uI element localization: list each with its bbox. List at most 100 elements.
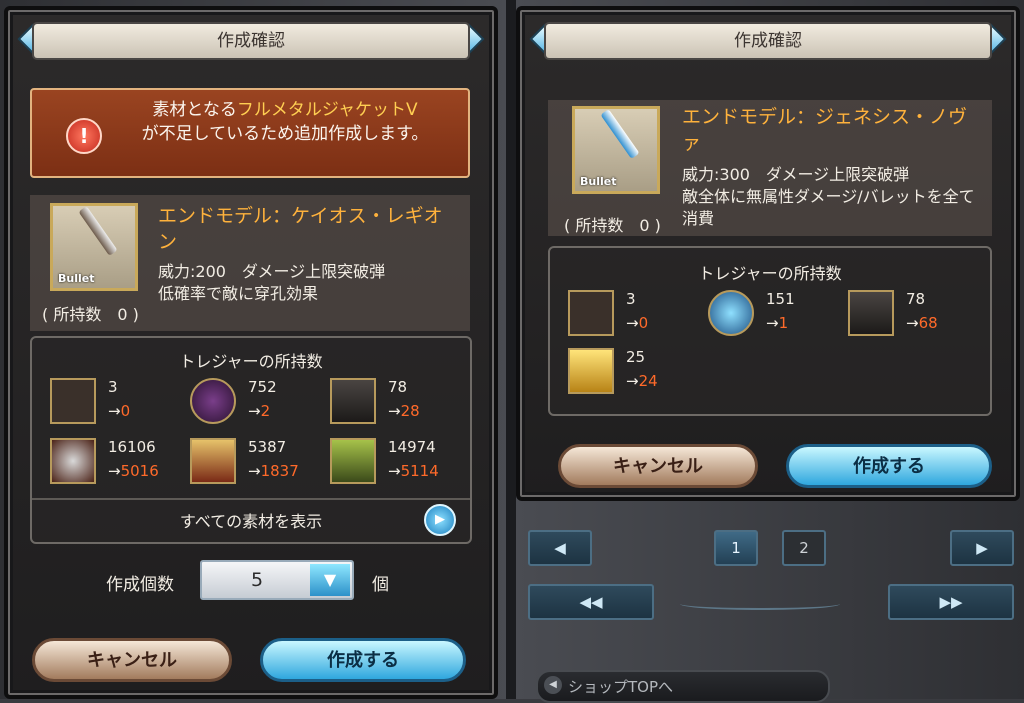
blue-crystal-icon [708,290,754,336]
right-confirm-dialog: 作成確認 Bullet エンドモデル：ジェネシス・ノヴァ 威力:300 ダメージ… [516,6,1020,501]
panel-divider [506,0,516,699]
confirm-create-button[interactable]: 作成する [260,638,466,682]
show-all-label: すべての素材を表示 [179,512,323,531]
dialog-title: 作成確認 [546,24,990,58]
cancel-button[interactable]: キャンセル [558,444,758,488]
item-info: Bullet エンドモデル：ジェネシス・ノヴァ 威力:300 ダメージ上限突破弾… [548,100,992,236]
show-all-materials[interactable]: すべての素材を表示 ▶ [32,498,470,538]
quantity-select[interactable]: 5 ▼ [200,560,354,600]
treasure-box: トレジャーの所持数 3 →0 752 →2 78 →28 16106 →5016… [30,336,472,544]
material-after: 5016 [120,462,159,480]
play-arrow-icon[interactable]: ▶ [424,504,456,536]
gold-bar-icon [568,348,614,394]
black-ore-icon [848,290,894,336]
last-page-button[interactable]: ▶▶ [888,584,1014,620]
owned-count: ( 所持数 0 ) [564,216,661,235]
material-arrow: → [248,402,261,420]
cancel-button[interactable]: キャンセル [32,638,232,682]
owned-count: ( 所持数 0 ) [42,305,139,324]
material-after: 1 [778,314,789,332]
material-have: 16106 [108,438,156,456]
exclamation-icon: ! [66,118,102,154]
material-have: 78 [388,378,408,396]
warning-highlight: フルメタルジャケットV [236,100,418,120]
item-name: エンドモデル：ケイオス・レギオン [158,205,443,253]
material-have: 25 [626,348,646,366]
first-page-button[interactable]: ◀◀ [528,584,654,620]
material-have: 5387 [248,438,287,456]
item-desc-line2: 敵全体に無属性ダメージ/バレットを全て消費 [682,187,975,228]
bullet-icon [568,290,614,336]
left-confirm-dialog: 作成確認 ! 素材となるフルメタルジャケットV が不足しているため追加作成します… [4,6,498,699]
item-thumbnail: Bullet [572,106,660,194]
material-item: 25 →24 [568,348,708,398]
material-after: 68 [918,314,938,332]
material-after: 24 [638,372,658,390]
ornament-divider [680,598,840,610]
warning-prefix: 素材となる [152,100,237,120]
quantity-value: 5 [250,569,264,591]
page-1-button[interactable]: 1 [714,530,758,566]
material-arrow: → [906,314,919,332]
quantity-unit: 個 [372,575,389,595]
green-box-icon [330,438,376,484]
confirm-create-button[interactable]: 作成する [786,444,992,488]
item-name: エンドモデル：ジェネシス・ノヴァ [682,106,968,154]
dropdown-arrow-icon[interactable]: ▼ [310,564,350,596]
material-after: 0 [638,314,649,332]
material-arrow: → [248,462,261,480]
material-item: 3 →0 [50,378,190,428]
material-arrow: → [388,402,401,420]
item-thumbnail: Bullet [50,203,138,291]
material-arrow: → [388,462,401,480]
material-arrow: → [108,402,121,420]
material-item: 151 →1 [708,290,848,340]
material-arrow: → [626,372,639,390]
material-after: 5114 [400,462,439,480]
warning-text: 素材となるフルメタルジャケットV が不足しているため追加作成します。 [110,98,460,146]
item-desc-line1: 威力:300 ダメージ上限突破弾 [682,165,910,184]
material-have: 3 [108,378,118,396]
material-item: 752 →2 [190,378,330,428]
material-after: 1837 [260,462,299,480]
prev-page-button[interactable]: ◀ [528,530,592,566]
shop-top-link[interactable]: ◀ ショップTOPへ [536,670,830,703]
page-2-button[interactable]: 2 [782,530,826,566]
treasure-title: トレジャーの所持数 [698,264,842,283]
material-item: 16106 →5016 [50,438,190,488]
material-item: 5387 →1837 [190,438,330,488]
material-have: 14974 [388,438,436,456]
shop-top-label: ショップTOPへ [568,678,674,696]
warning-suffix: が不足しているため追加作成します。 [141,124,429,144]
bullet-icon [78,206,118,256]
material-after: 2 [260,402,271,420]
treasure-title: トレジャーの所持数 [179,352,323,371]
bullet-icon [50,378,96,424]
material-item: 14974 →5114 [330,438,470,488]
material-arrow: → [626,314,639,332]
dialog-title: 作成確認 [34,24,468,58]
item-tag: Bullet [580,175,617,188]
material-item: 3 →0 [568,290,708,340]
item-desc-line1: 威力:200 ダメージ上限突破弾 [158,262,386,281]
treasure-box: トレジャーの所持数 3 →0 151 →1 78 →68 25 →24 [548,246,992,416]
item-info: Bullet エンドモデル：ケイオス・レギオン 威力:200 ダメージ上限突破弾… [30,195,470,331]
shortage-warning: ! 素材となるフルメタルジャケットV が不足しているため追加作成します。 [30,88,470,178]
quantity-label: 作成個数 [106,575,174,595]
next-page-button[interactable]: ▶ [950,530,1014,566]
purple-sword-icon [190,378,236,424]
material-item: 78 →68 [848,290,988,340]
red-chest-icon [190,438,236,484]
material-after: 0 [120,402,131,420]
black-ore-icon [330,378,376,424]
material-have: 78 [906,290,926,308]
material-have: 151 [766,290,795,308]
material-have: 3 [626,290,636,308]
material-item: 78 →28 [330,378,470,428]
blue-bullet-icon [600,109,640,159]
item-desc-line2: 低確率で敵に穿孔効果 [158,284,319,303]
silver-gear-icon [50,438,96,484]
back-arrow-icon: ◀ [544,676,562,694]
item-tag: Bullet [58,272,95,285]
material-after: 28 [400,402,420,420]
